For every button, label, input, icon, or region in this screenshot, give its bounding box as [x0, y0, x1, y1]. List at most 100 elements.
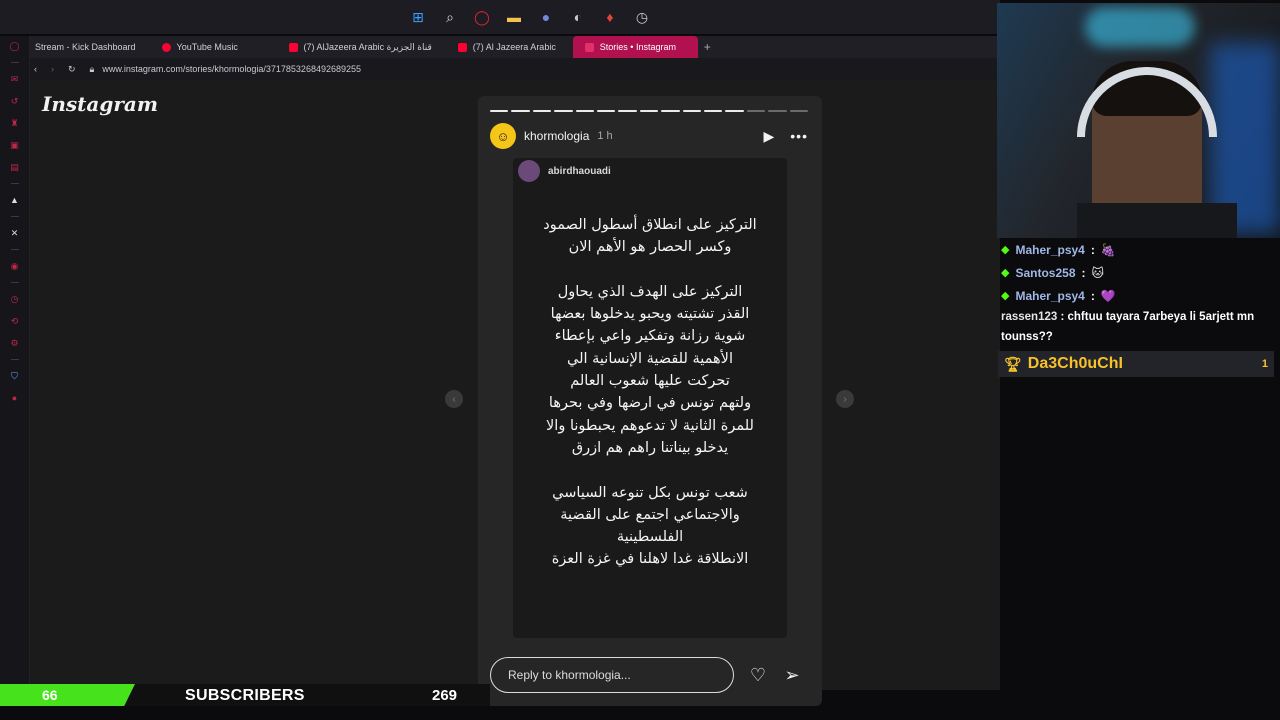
story-username[interactable]: khormologia [524, 129, 589, 143]
subscriber-progress-fill [0, 684, 135, 706]
story-reply-row: Reply to khormologia... ♡ ➢ [490, 657, 808, 693]
subscriber-progress: 66 [0, 684, 140, 706]
story-time: 1 h [597, 130, 613, 142]
chat-emote: 💜 [1100, 288, 1116, 303]
progress-segment [575, 110, 595, 112]
url-field[interactable]: www.instagram.com/stories/khormologia/37… [102, 64, 361, 74]
aria-icon[interactable]: ▲ [9, 194, 21, 206]
gamepad-icon[interactable]: ▣ [9, 139, 21, 151]
subscriber-badge-icon: ◆ [1001, 244, 1010, 256]
mail-icon[interactable]: ✉ [9, 73, 21, 85]
webcam-feed [997, 3, 1280, 238]
progress-segment [490, 110, 509, 112]
chat-username: Santos258 [1015, 265, 1076, 280]
opera-icon[interactable]: ◯ [9, 40, 21, 52]
progress-segment [597, 110, 616, 112]
flow-icon[interactable]: ⟲ [9, 315, 21, 327]
progress-segment [639, 110, 659, 112]
subscriber-badge-icon: ◆ [1001, 290, 1010, 302]
player-icon[interactable]: ◉ [9, 260, 21, 272]
chat-message: rassen123 : chftuu tayara 7arbeya li 5ar… [1001, 311, 1255, 343]
sidebar-divider [10, 249, 19, 250]
settings-icon[interactable]: ⚙ [9, 337, 21, 349]
progress-segment [768, 110, 787, 112]
x-twitter-icon[interactable]: ✕ [9, 227, 21, 239]
chat-message: ◆ Maher_psy4 : 🍇 [998, 238, 1280, 261]
subscriber-goal: 269 [432, 687, 458, 704]
shared-post-card[interactable]: abirdhaouadi التركيز على انطلاق أسطول ال… [513, 158, 787, 638]
story-text: التركيز على انطلاق أسطول الصمود وكسر الح… [543, 217, 757, 568]
instagram-page: Instagram ‹ › ☺ khormologia 1 h ▶ ••• ab… [30, 80, 1000, 706]
progress-segment [554, 110, 573, 112]
headset [1077, 67, 1217, 137]
play-icon[interactable]: ▶ [764, 128, 775, 145]
forward-icon[interactable]: › [51, 64, 54, 74]
previous-story-button[interactable]: ‹ [445, 390, 463, 408]
back-icon[interactable]: ‹ [34, 64, 37, 74]
reload-icon[interactable]: ↻ [68, 64, 76, 75]
progress-segment [746, 110, 766, 112]
cam-light [1085, 7, 1195, 47]
more-options-icon[interactable]: ••• [790, 128, 808, 144]
news-icon[interactable]: ▤ [9, 161, 21, 173]
tab-label: (7) Al Jazeera Arabic [472, 42, 556, 52]
bag-icon[interactable]: ♜ [9, 117, 21, 129]
sidebar-divider [10, 62, 19, 63]
send-icon[interactable]: ➢ [782, 665, 802, 686]
avatar[interactable]: ☺ [490, 123, 516, 149]
trophy-icon: 🏆︎ [1004, 355, 1022, 372]
next-story-button[interactable]: › [836, 390, 854, 408]
subscriber-goal-bar: 66 SUBSCRIBERS 269 [0, 684, 490, 706]
browser-tab-strip: Stream - Kick Dashboard YouTube Music (7… [0, 36, 1000, 58]
progress-segment [532, 110, 552, 112]
subscriber-label: SUBSCRIBERS [185, 687, 305, 704]
chat-username: Maher_psy4 [1015, 288, 1085, 303]
vpn-shield-icon[interactable]: ⛉ [9, 370, 21, 382]
obs-icon[interactable]: ◐ [568, 7, 588, 27]
chat-username: Maher_psy4 [1015, 242, 1085, 257]
tab-label: Stream - Kick Dashboard [35, 42, 136, 52]
adblock-icon[interactable]: ● [9, 392, 21, 404]
sidebar-divider [10, 183, 19, 184]
chat-overlay: ◆ Maher_psy4 : 🍇 ◆ Santos258 : 🐱 ◆ Maher… [998, 238, 1280, 377]
clock-icon[interactable]: ◷ [9, 293, 21, 305]
progress-segment [789, 110, 809, 112]
top-supporter-name: Da3Ch0uChI [1027, 355, 1123, 372]
tab-youtube-music[interactable]: YouTube Music [150, 36, 275, 58]
tab-aljazeera-2[interactable]: (7) Al Jazeera Arabic [446, 36, 571, 58]
opera-icon[interactable]: ◯ [472, 7, 492, 27]
sidebar-divider [10, 216, 19, 217]
windows-icon[interactable]: ⊞ [408, 7, 428, 27]
folder-icon[interactable]: ▬ [504, 7, 524, 27]
history-icon[interactable]: ↺ [9, 95, 21, 107]
progress-segment [661, 110, 680, 112]
chat-separator: : [1090, 242, 1095, 257]
avatar[interactable] [518, 160, 540, 182]
tab-label: (7) AlJazeera Arabic قناة الجزيرة [303, 41, 432, 52]
chat-message: ◆ Santos258 : 🐱 [998, 261, 1280, 284]
story-progress-bar [490, 110, 809, 112]
subscriber-badge-icon: ◆ [1001, 267, 1010, 279]
search-icon[interactable]: ⌕ [440, 7, 460, 27]
youtube-icon [457, 42, 467, 52]
instagram-logo[interactable]: Instagram [42, 92, 158, 116]
chat-separator: : [1090, 288, 1095, 303]
clock-icon[interactable]: ◷ [632, 7, 652, 27]
tab-aljazeera-1[interactable]: (7) AlJazeera Arabic قناة الجزيرة [277, 36, 444, 58]
new-tab-button[interactable]: + [704, 40, 711, 54]
shared-post-username[interactable]: abirdhaouadi [548, 166, 611, 177]
windows-taskbar: ⊞ ⌕ ◯ ▬ ● ◐ ♦ ◷ [0, 0, 1000, 34]
reply-input[interactable]: Reply to khormologia... [490, 657, 734, 693]
shared-post-header: abirdhaouadi [518, 160, 611, 182]
browser-sidebar: ◯ ✉ ↺ ♜ ▣ ▤ ▲ ✕ ◉ ◷ ⟲ ⚙ ⛉ ● [0, 36, 30, 720]
subscriber-current: 66 [42, 687, 58, 703]
maps-icon[interactable]: ♦ [600, 7, 620, 27]
progress-segment [682, 110, 702, 112]
chat-message: ◆ Maher_psy4 : 💜 [998, 284, 1280, 307]
discord-icon[interactable]: ● [536, 7, 556, 27]
instagram-icon [584, 42, 594, 52]
heart-icon[interactable]: ♡ [748, 665, 768, 686]
tab-instagram-stories[interactable]: Stories • Instagram [572, 36, 698, 58]
tab-label: Stories • Instagram [599, 42, 676, 52]
youtube-icon [288, 42, 298, 52]
